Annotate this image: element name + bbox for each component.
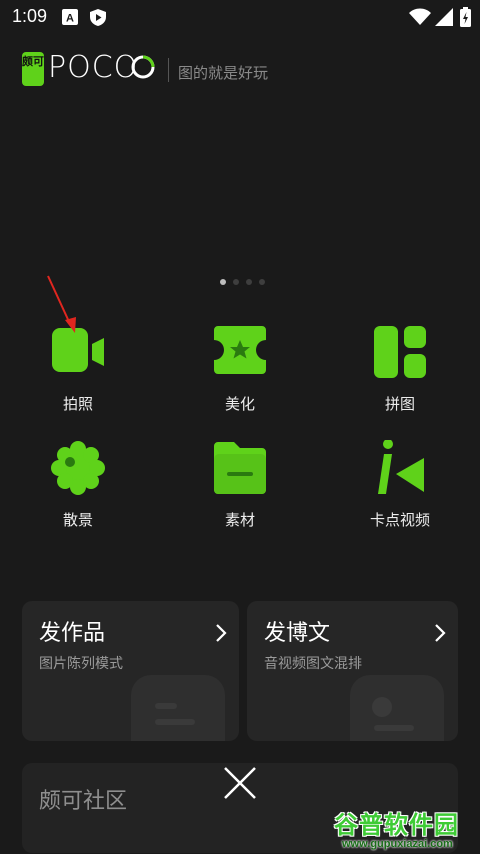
card-decoration xyxy=(131,675,225,741)
svg-text:A: A xyxy=(66,13,74,25)
card-title: 发博文 xyxy=(264,621,331,646)
bokeh-icon xyxy=(51,441,105,495)
logo-badge: 颇可 xyxy=(22,52,44,86)
logo-divider xyxy=(168,58,169,82)
watermark-title: 谷普软件园 xyxy=(334,811,459,839)
watermark: 谷普软件园 www.gupuxiazai.com xyxy=(334,805,480,854)
logo-text: POCO xyxy=(48,50,139,85)
feature-bokeh[interactable]: 散景 xyxy=(18,440,138,540)
brand-header: 颇可 POCO 图的就是好玩 xyxy=(22,50,322,86)
feature-label: 素材 xyxy=(224,511,255,529)
battery-charging-icon xyxy=(460,7,471,27)
card-decoration xyxy=(350,675,444,741)
watermark-url: www.gupuxiazai.com xyxy=(342,838,453,850)
feature-label: 散景 xyxy=(62,511,93,529)
pager-dots xyxy=(220,279,268,285)
beat-video-icon xyxy=(378,440,424,494)
pager-dot-active[interactable] xyxy=(220,279,226,285)
post-work-card[interactable]: 发作品 图片陈列模式 xyxy=(22,601,239,741)
close-icon[interactable] xyxy=(222,765,258,801)
collage-icon xyxy=(374,326,426,378)
card-subtitle: 音视频图文混排 xyxy=(264,656,362,672)
feature-beautify[interactable]: 美化 xyxy=(180,324,300,424)
chevron-right-icon xyxy=(216,624,227,642)
annotation-arrow-icon xyxy=(47,275,76,333)
wifi-icon xyxy=(409,8,431,25)
folder-icon xyxy=(214,442,266,494)
card-title: 发作品 xyxy=(39,621,106,646)
feature-beat-video[interactable]: 卡点视频 xyxy=(340,440,460,540)
pager-dot[interactable] xyxy=(233,279,239,285)
shield-play-icon xyxy=(90,9,106,26)
status-time: 1:09 xyxy=(12,6,48,26)
keyboard-a-icon: A xyxy=(62,9,78,25)
feature-materials[interactable]: 素材 xyxy=(180,440,300,540)
card-subtitle: 图片陈列模式 xyxy=(39,656,123,672)
feature-label: 卡点视频 xyxy=(369,511,430,529)
pager-dot[interactable] xyxy=(246,279,252,285)
feature-camera[interactable]: 拍照 xyxy=(18,324,138,424)
feature-collage[interactable]: 拼图 xyxy=(340,324,460,424)
status-bar: 1:09 A xyxy=(0,0,480,34)
logo-wordmark: POCO xyxy=(48,46,138,86)
pager-dot[interactable] xyxy=(259,279,265,285)
tagline: 图的就是好玩 xyxy=(178,64,269,82)
chevron-right-icon xyxy=(435,624,446,642)
feature-label: 美化 xyxy=(224,395,255,413)
feature-label: 拼图 xyxy=(384,395,415,413)
signal-icon xyxy=(435,8,453,26)
star-ticket-icon xyxy=(214,326,266,374)
logo-ring-icon xyxy=(131,55,155,79)
feature-label: 拍照 xyxy=(62,395,93,413)
community-title: 颇可社区 xyxy=(39,789,128,814)
post-blog-card[interactable]: 发博文 音视频图文混排 xyxy=(247,601,458,741)
